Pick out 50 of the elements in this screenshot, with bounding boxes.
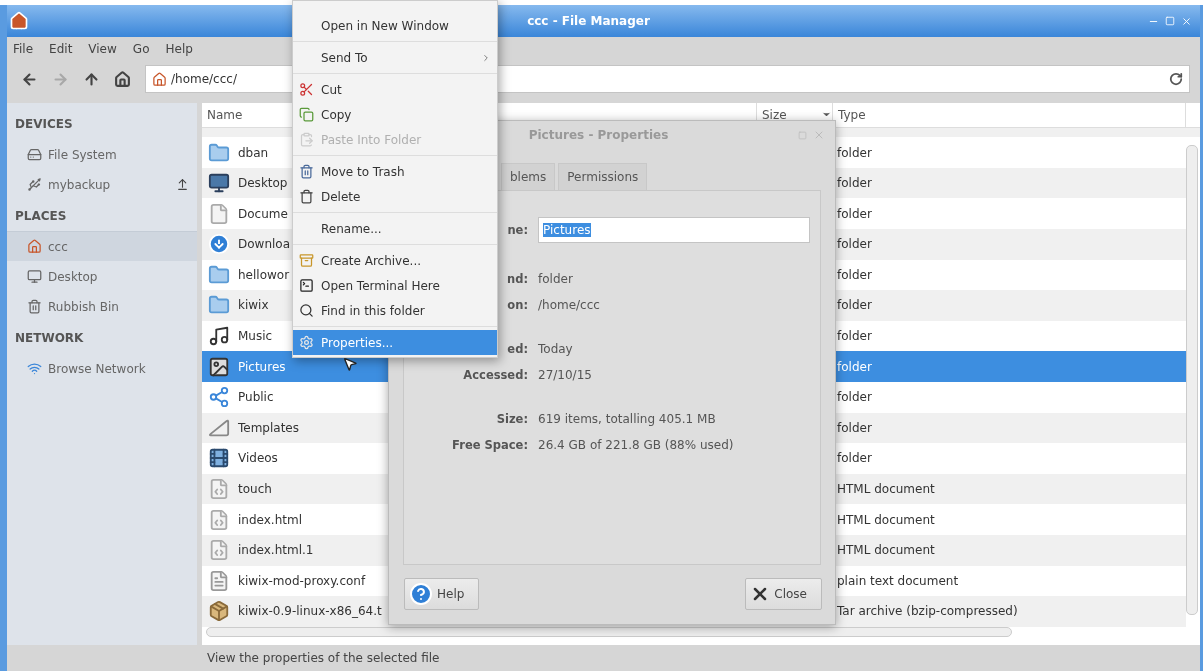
file-name: Downloa: [238, 237, 291, 252]
file-type: folder: [836, 329, 873, 344]
file-type: folder: [836, 176, 873, 191]
file-name: kiwix-0.9-linux-x86_64.t: [238, 604, 382, 619]
file-name: index.html.1: [238, 543, 314, 558]
window-title: ccc - File Manager: [527, 14, 650, 28]
field-value: /home/ccc: [538, 298, 601, 312]
file-name: kiwix-mod-proxy.conf: [238, 573, 366, 588]
file-type: folder: [836, 237, 873, 252]
field-value: 619 items, totalling 405.1 MB: [538, 412, 717, 426]
field-value: 26.4 GB of 221.8 GB (88% used): [538, 438, 735, 452]
file-type: folder: [836, 451, 873, 466]
file-type: folder: [836, 267, 873, 282]
file-name: index.html: [238, 512, 302, 527]
field-value: folder: [538, 272, 574, 286]
section-heading: DEVICES: [14, 116, 74, 133]
file-type: folder: [836, 359, 873, 374]
field-value: Today: [538, 342, 574, 356]
file-type: HTML document: [836, 482, 936, 497]
file-type: Tar archive (bzip-compressed): [836, 604, 1019, 619]
file-type: folder: [836, 420, 873, 435]
file-type: HTML document: [836, 512, 936, 527]
file-type: HTML document: [836, 543, 936, 558]
file-type: folder: [836, 145, 873, 160]
field-label: on:: [507, 298, 528, 312]
file-name: Templates: [238, 420, 299, 435]
file-type: folder: [836, 390, 873, 405]
file-type: folder: [836, 298, 873, 313]
file-name: Desktop: [238, 176, 288, 191]
file-name: hellowor: [238, 267, 290, 282]
field-label: Free Space:: [452, 438, 528, 452]
field-label: ed:: [507, 342, 528, 356]
field-label: Accessed:: [463, 368, 528, 382]
section-heading: NETWORK: [14, 330, 85, 347]
file-name: Videos: [238, 451, 278, 466]
file-name: kiwix: [238, 298, 269, 313]
file-name: Pictures: [238, 359, 286, 374]
file-name: Music: [238, 329, 273, 344]
file-name: Public: [238, 390, 274, 405]
file-name: dban: [238, 145, 269, 160]
field-value: 27/10/15: [538, 368, 593, 382]
status-text: View the properties of the selected file: [207, 651, 440, 665]
file-name: touch: [238, 482, 272, 497]
file-name: Docume: [238, 206, 288, 221]
file-type: folder: [836, 206, 873, 221]
field-label: nd:: [506, 272, 528, 286]
field-label: ne:: [507, 223, 528, 237]
section-heading: PLACES: [14, 208, 68, 225]
file-type: plain text document: [836, 573, 960, 588]
field-label: Size:: [496, 412, 528, 426]
